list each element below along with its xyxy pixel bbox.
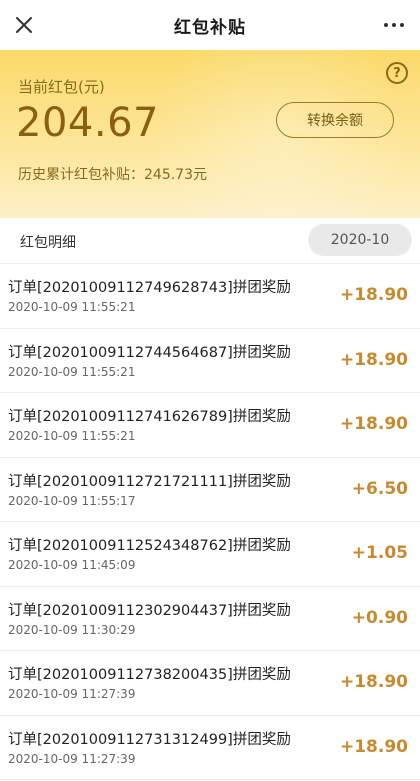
more-dot [384,23,388,27]
item-title: 订单[20201009112744564687]拼团奖励 [8,344,291,361]
page-title: 红包补贴 [174,17,246,38]
more-icon[interactable] [378,11,410,39]
current-balance-amount: 204.67 [16,100,159,146]
item-amount: +18.90 [339,736,408,757]
item-amount: +1.05 [351,543,408,563]
more-dot [400,23,404,27]
list-item[interactable]: 订单[20201009112738200435]拼团奖励 2020-10-09 1… [0,651,420,716]
list-item[interactable]: 订单[20201009112302904437]拼团奖励 2020-10-09 1… [0,586,420,651]
item-time: 2020-10-09 11:45:09 [8,558,136,572]
convert-to-balance-button[interactable]: 转换余额 [276,102,394,138]
item-amount: +6.50 [351,478,408,499]
item-amount: +0.90 [351,607,408,628]
month-selector[interactable]: 2020-10 [308,224,412,256]
list-item[interactable]: 订单[20201009112749628743]拼团奖励 2020-10-09 1… [0,264,420,329]
item-time: 2020-10-09 11:30:29 [8,622,136,637]
list-item[interactable]: 订单[20201009112721721111]拼团奖励 2020-10-09 1… [0,457,420,522]
list-item[interactable]: 订单[20201009112741626789]拼团奖励 2020-10-09 1… [0,393,420,458]
item-time: 2020-10-09 11:55:21 [8,429,136,443]
details-title: 红包明细 [20,235,76,251]
item-amount: +18.90 [339,349,408,370]
details-header: 红包明细 2020-10 [0,218,420,264]
close-icon[interactable] [10,11,38,39]
red-packet-summary: ? 当前红包(元) 204.67 转换余额 历史累计红包补贴：245.73元 [0,50,420,218]
item-time: 2020-10-09 11:55:21 [8,300,136,314]
historical-total-text: 历史累计红包补贴：245.73元 [18,167,207,183]
list-item[interactable]: 订单[20201009112731312499]拼团奖励 2020-10-09 1… [0,715,420,780]
item-time: 2020-10-09 11:27:39 [8,751,136,766]
item-amount: +18.90 [339,414,408,434]
item-amount: +18.90 [339,285,408,305]
item-title: 订单[20201009112302904437]拼团奖励 [8,602,291,619]
item-time: 2020-10-09 11:55:17 [8,493,136,508]
item-title: 订单[20201009112731312499]拼团奖励 [8,731,291,748]
item-time: 2020-10-09 11:55:21 [8,364,136,379]
item-title: 订单[20201009112721721111]拼团奖励 [8,473,291,490]
item-title: 订单[20201009112741626789]拼团奖励 [8,409,291,425]
top-bar: 红包补贴 [0,0,420,50]
item-title: 订单[20201009112738200435]拼团奖励 [8,667,291,683]
help-icon[interactable]: ? [386,62,408,84]
details-list: 订单[20201009112749628743]拼团奖励 2020-10-09 1… [0,264,420,780]
list-item[interactable]: 订单[20201009112744564687]拼团奖励 2020-10-09 1… [0,328,420,393]
more-dot [392,23,396,27]
item-title: 订单[20201009112749628743]拼团奖励 [8,280,291,296]
item-title: 订单[20201009112524348762]拼团奖励 [8,538,291,554]
item-amount: +18.90 [339,672,408,692]
current-balance-label: 当前红包(元) [18,78,105,96]
list-item[interactable]: 订单[20201009112524348762]拼团奖励 2020-10-09 1… [0,522,420,587]
item-time: 2020-10-09 11:27:39 [8,687,136,701]
